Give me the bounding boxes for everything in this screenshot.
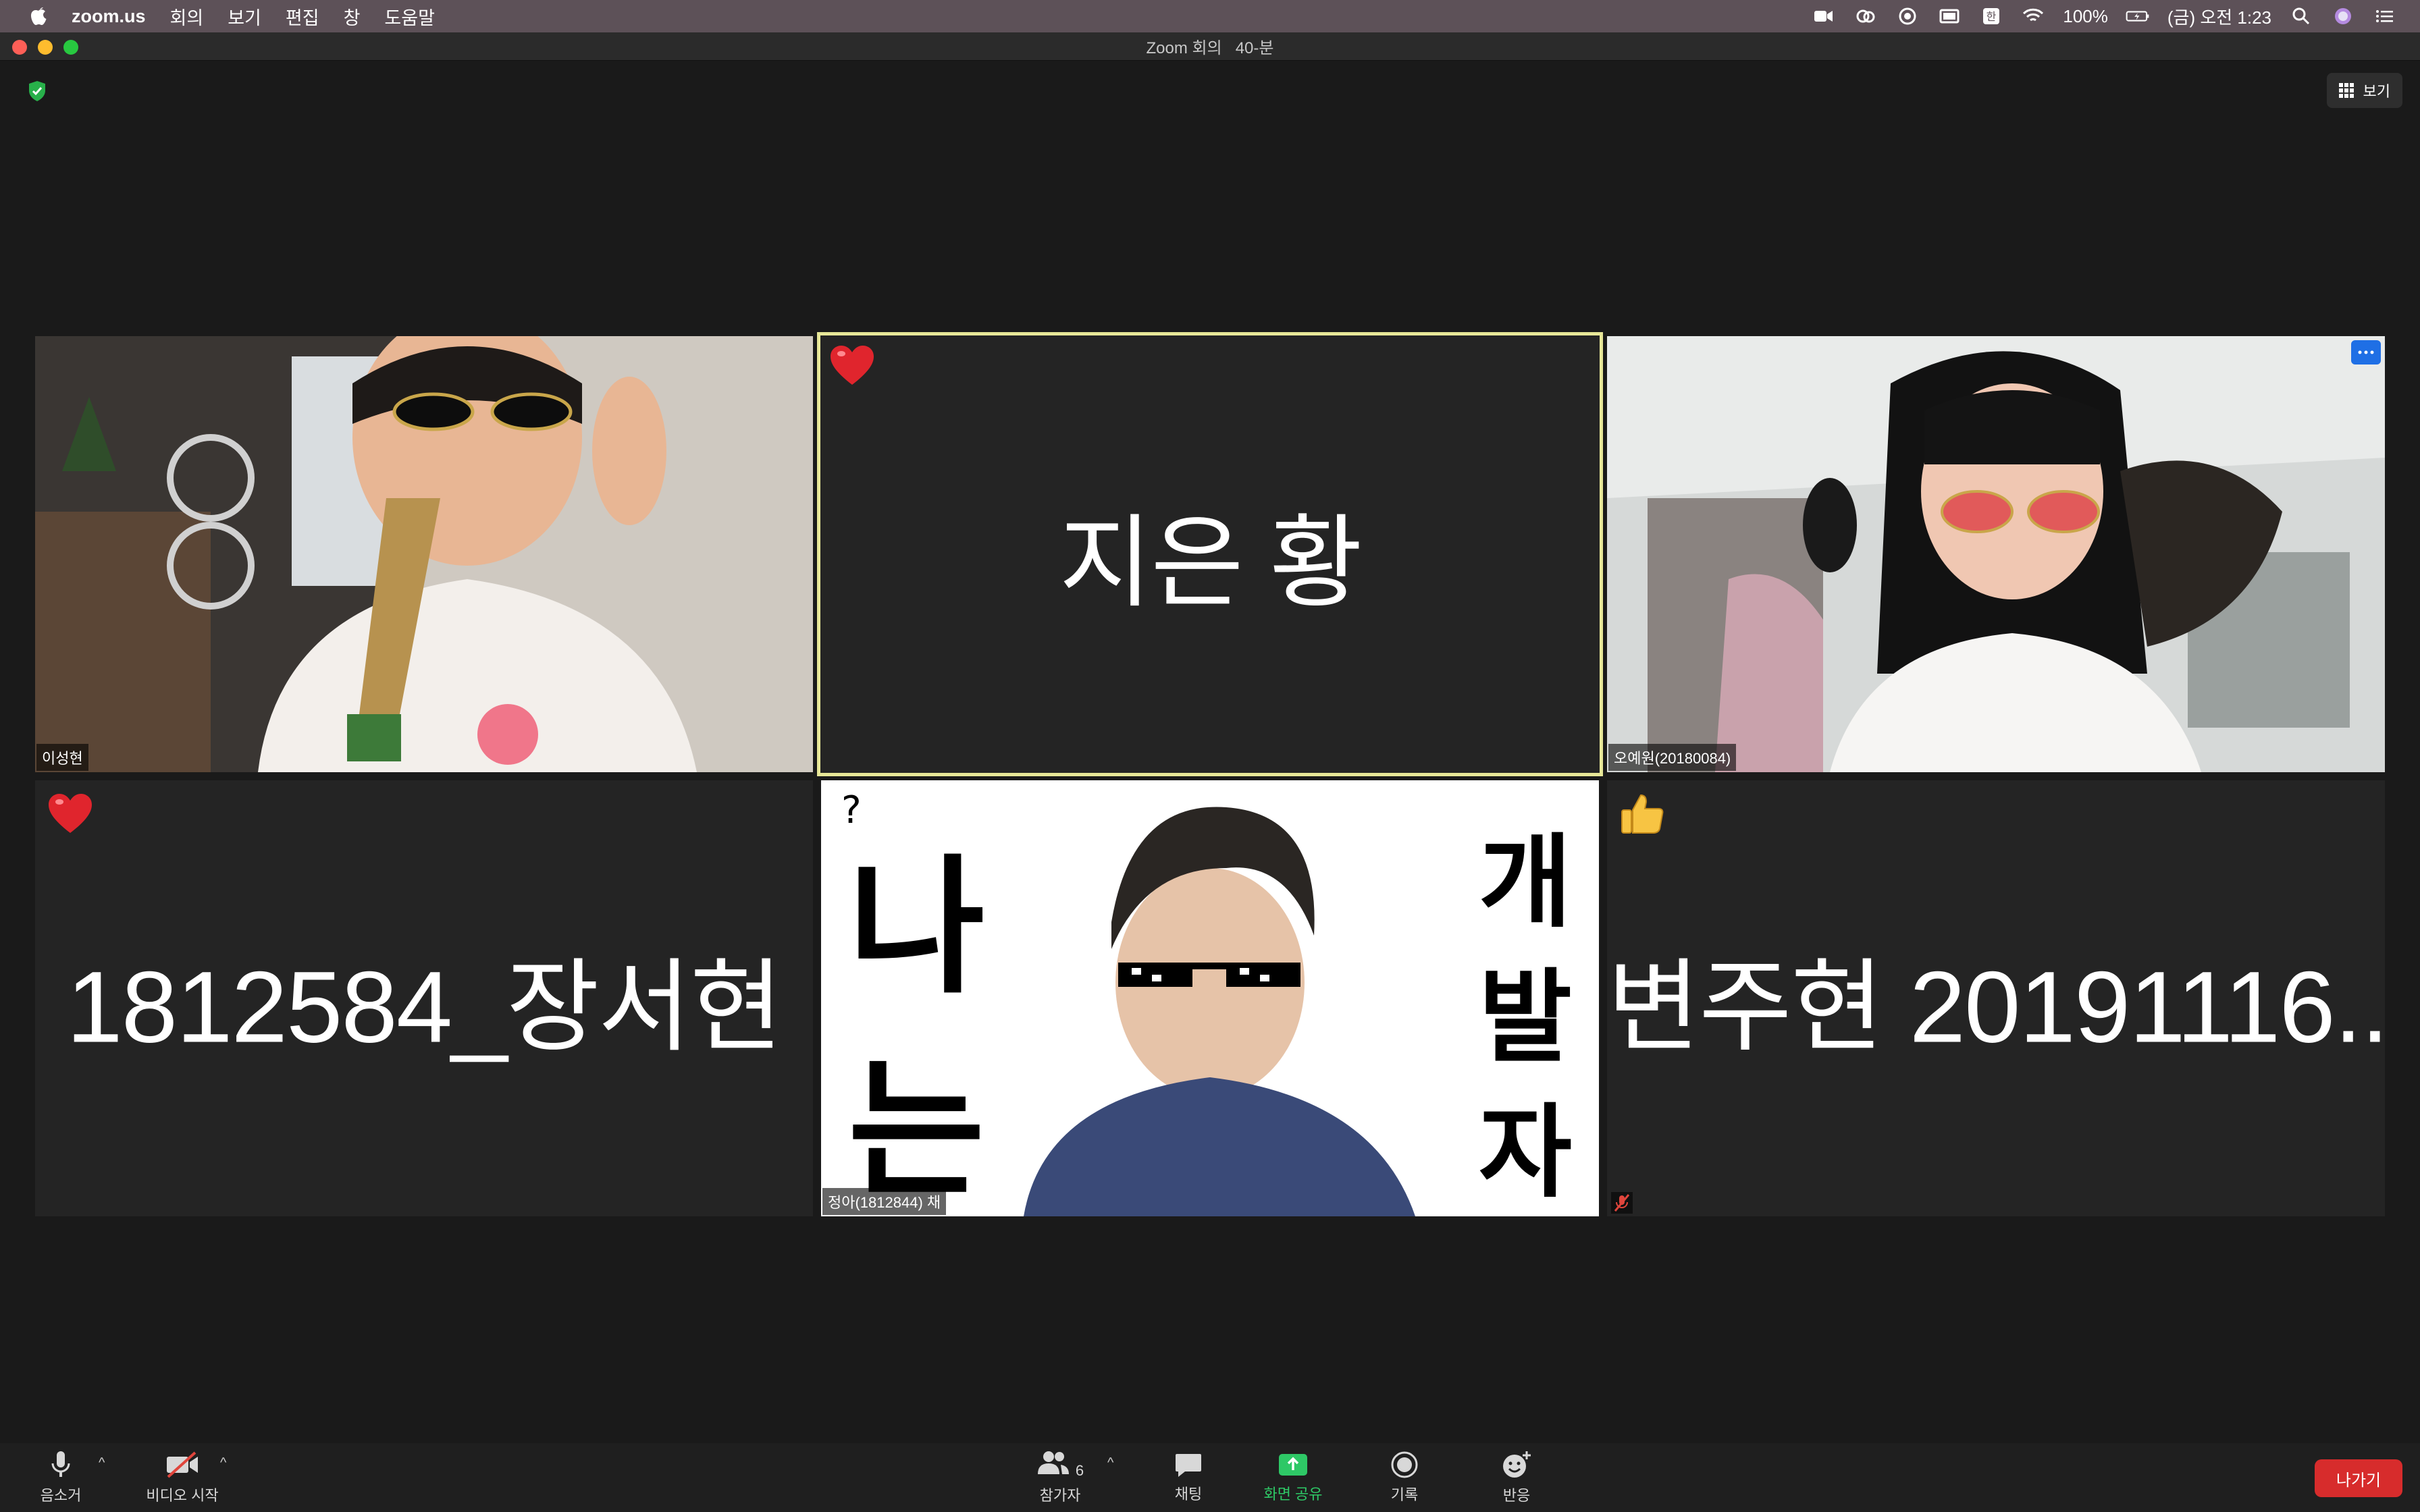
share-screen-button[interactable]: 화면 공유 — [1256, 1443, 1330, 1512]
participant-name-tag: 이성현 — [36, 744, 88, 771]
participant-video-feed — [35, 336, 813, 772]
reactions-label: 반응 — [1502, 1487, 1531, 1504]
reactions-button[interactable]: 반응 — [1483, 1443, 1550, 1512]
video-options-caret[interactable]: ^ — [220, 1455, 226, 1471]
participant-tile-active-speaker[interactable]: 지은 황 — [817, 332, 1603, 776]
control-center-icon[interactable] — [2373, 6, 2397, 26]
participant-name-tag: 오예원(20180084) — [1608, 744, 1737, 771]
participant-display-name: 지은 황 — [1059, 506, 1363, 620]
microphone-icon — [51, 1451, 70, 1477]
chat-label: 채팅 — [1174, 1486, 1203, 1503]
menu-view[interactable]: 보기 — [228, 3, 261, 30]
creative-cloud-icon[interactable] — [1853, 6, 1878, 26]
add-reaction-icon — [1503, 1451, 1531, 1478]
menu-edit[interactable]: 편집 — [286, 3, 319, 30]
zoom-camera-status-icon[interactable] — [1812, 6, 1836, 26]
more-dots-icon — [2358, 350, 2374, 354]
record-label: 기록 — [1390, 1486, 1419, 1503]
background-text-right-3: 자 — [1478, 1093, 1572, 1212]
audio-options-caret[interactable]: ^ — [99, 1455, 105, 1471]
minimize-window-button[interactable] — [38, 40, 53, 55]
video-off-icon — [167, 1451, 198, 1478]
participant-tile[interactable]: 1812584_장서현 — [35, 780, 813, 1216]
participant-video-feed — [1607, 336, 2385, 772]
security-shield-icon[interactable] — [27, 80, 47, 103]
mute-label: 음소거 — [40, 1487, 82, 1504]
participant-tile[interactable]: 이성현 — [35, 336, 813, 772]
share-screen-label: 화면 공유 — [1263, 1486, 1323, 1503]
wifi-icon[interactable] — [2021, 6, 2045, 26]
siri-icon[interactable] — [2331, 6, 2355, 26]
svg-text:한: 한 — [1987, 10, 1997, 23]
apple-icon[interactable] — [27, 3, 51, 30]
participant-tile[interactable]: 변주현 20191116... — [1607, 780, 2385, 1216]
chat-icon — [1176, 1454, 1201, 1477]
muted-mic-icon — [1611, 1192, 1633, 1214]
mac-menubar: zoom.us 회의 보기 편집 창 도움말 한 100% (금) 오전 1:2… — [0, 0, 2420, 32]
participant-name-tag: 정아(1812844) 채 — [822, 1188, 947, 1215]
background-text-left-1: 나 — [848, 839, 985, 1014]
window-title: Zoom 회의 40-분 — [1146, 39, 1274, 57]
leave-meeting-button[interactable]: 나가기 — [2315, 1459, 2402, 1497]
participant-tile[interactable]: ? 나 는 개 발 자 정아(1812844) 채 — [821, 780, 1599, 1216]
view-layout-button[interactable]: 보기 — [2326, 73, 2402, 108]
background-text-right-1: 개 — [1478, 823, 1572, 942]
start-video-button[interactable]: 비디오 시작 — [135, 1443, 230, 1512]
background-text-left-2: 는 — [848, 1042, 985, 1216]
participant-display-name: 1812584_장서현 — [66, 950, 783, 1064]
thumbs-up-reaction-icon — [1621, 794, 1664, 834]
participants-count: 6 — [1075, 1462, 1084, 1479]
record-icon — [1391, 1451, 1418, 1478]
menu-meeting[interactable]: 회의 — [170, 3, 204, 30]
meeting-stage: 보기 이성현 지은 황 오예원(20180084) 1812584_장서현 ? … — [0, 61, 2420, 1443]
battery-percent: 100% — [2063, 5, 2108, 26]
battery-icon[interactable] — [2126, 6, 2150, 26]
menu-help[interactable]: 도움말 — [384, 3, 435, 30]
menu-window[interactable]: 창 — [344, 3, 361, 30]
more-options-button[interactable] — [2351, 340, 2381, 364]
meeting-controls-toolbar: 음소거 ^ 비디오 시작 ^ 6 참가자 ^ 채팅 화면 공유 기록 반응 나가… — [0, 1443, 2420, 1512]
mute-button[interactable]: 음소거 — [27, 1443, 95, 1512]
app-name-menu[interactable]: zoom.us — [72, 6, 146, 27]
focus-icon[interactable] — [1895, 6, 1920, 26]
participant-display-name: 변주현 20191116... — [1607, 950, 2385, 1064]
record-button[interactable]: 기록 — [1371, 1443, 1438, 1512]
chat-button[interactable]: 채팅 — [1155, 1443, 1222, 1512]
participants-icon — [1037, 1451, 1069, 1474]
fullscreen-window-button[interactable] — [63, 40, 78, 55]
grid-icon — [2338, 83, 2354, 98]
view-layout-label: 보기 — [2363, 83, 2390, 100]
input-source-icon[interactable]: 한 — [1979, 6, 2003, 26]
close-window-button[interactable] — [12, 40, 27, 55]
heart-reaction-icon — [831, 346, 874, 385]
window-titlebar: Zoom 회의 40-분 — [0, 32, 2420, 61]
participants-label: 참가자 — [1039, 1487, 1081, 1504]
spotlight-search-icon[interactable] — [2289, 6, 2313, 26]
participants-options-caret[interactable]: ^ — [1107, 1455, 1113, 1471]
heart-reaction-icon — [49, 794, 92, 833]
display-icon[interactable] — [1937, 6, 1962, 26]
menubar-clock[interactable]: (금) 오전 1:23 — [2167, 4, 2271, 29]
participant-tile[interactable]: 오예원(20180084) — [1607, 336, 2385, 772]
participants-button[interactable]: 6 참가자 — [1026, 1443, 1094, 1512]
start-video-label: 비디오 시작 — [146, 1487, 219, 1504]
background-text-right-2: 발 — [1478, 958, 1572, 1077]
share-screen-icon — [1279, 1454, 1307, 1476]
